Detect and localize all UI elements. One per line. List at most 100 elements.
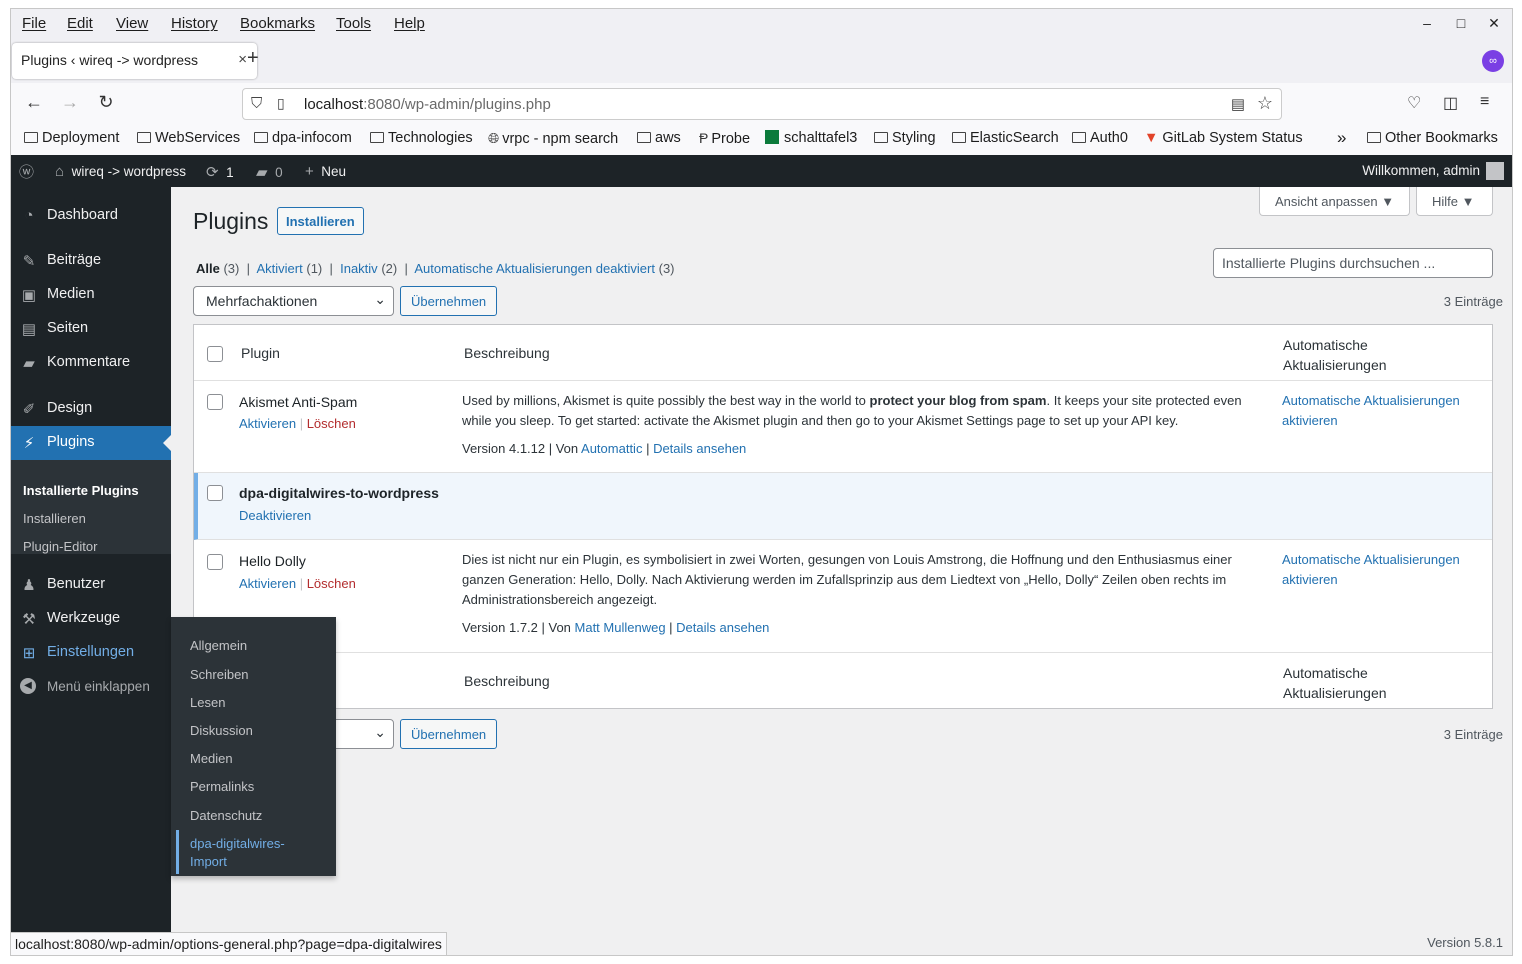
menu-history[interactable]: History bbox=[171, 15, 218, 32]
bookmark-probe[interactable]: Ᵽ Probe bbox=[699, 130, 750, 147]
delete-link[interactable]: Löschen bbox=[307, 576, 356, 591]
submenu-add-new[interactable]: Installieren bbox=[23, 511, 86, 526]
details-link[interactable]: Details ansehen bbox=[676, 620, 769, 635]
bookmark-star-icon[interactable]: ☆ bbox=[1257, 93, 1273, 114]
submenu-plugin-editor[interactable]: Plugin-Editor bbox=[23, 539, 97, 554]
menu-edit[interactable]: Edit bbox=[67, 15, 93, 32]
url-bar[interactable]: ⛉ ▯ localhost:8080/wp-admin/plugins.php … bbox=[242, 88, 1282, 120]
shield-icon[interactable]: ⛉ bbox=[251, 95, 262, 112]
home-icon: ⌂ bbox=[55, 163, 65, 180]
table-footer-row: Beschreibung Automatische Aktualisierung… bbox=[194, 653, 1492, 708]
sidebar-item-dashboard[interactable]: ◔ Dashboard bbox=[11, 199, 171, 233]
sidebar-toggle-icon[interactable]: ◫ bbox=[1443, 93, 1458, 113]
wp-version: Version 5.8.1 bbox=[1427, 935, 1503, 950]
apply-button-bottom[interactable]: Übernehmen bbox=[400, 719, 498, 749]
filter-active[interactable]: Aktiviert bbox=[257, 261, 303, 276]
flyout-item-media[interactable]: Medien bbox=[190, 751, 233, 766]
flyout-item-dpa-digitalwires-import[interactable]: dpa-digitalwires-Import bbox=[190, 835, 320, 871]
details-link[interactable]: Details ansehen bbox=[653, 441, 746, 456]
admin-bar-welcome[interactable]: Willkommen, admin bbox=[1362, 163, 1480, 178]
hamburger-menu-icon[interactable]: ≡ bbox=[1480, 93, 1489, 111]
forward-icon[interactable]: → bbox=[59, 92, 81, 113]
bookmark-gitlab-status[interactable]: ▼ GitLab System Status bbox=[1144, 130, 1303, 146]
back-icon[interactable]: ← bbox=[23, 92, 45, 113]
comments-icon: ▰ bbox=[23, 355, 35, 372]
bookmark-aws[interactable]: aws bbox=[637, 130, 681, 146]
items-count-bottom: 3 Einträge bbox=[1443, 727, 1503, 742]
activate-link[interactable]: Aktivieren bbox=[239, 416, 296, 431]
menu-view[interactable]: View bbox=[116, 15, 148, 32]
collapse-icon: ◀ bbox=[20, 678, 36, 694]
sidebar-item-tools[interactable]: ⚒ Werkzeuge bbox=[11, 602, 171, 636]
filter-all[interactable]: Alle bbox=[196, 261, 220, 276]
bookmark-webservices[interactable]: WebServices bbox=[137, 130, 240, 146]
enable-auto-updates-link[interactable]: Automatische Aktualisierungen aktivieren bbox=[1282, 550, 1482, 590]
close-window-button[interactable]: ✕ bbox=[1484, 15, 1504, 32]
flyout-item-permalinks[interactable]: Permalinks bbox=[190, 779, 254, 794]
bookmark-vrpc[interactable]: 🌐︎ vrpc - npm search bbox=[488, 130, 618, 147]
sidebar-item-media[interactable]: ▣ Medien bbox=[11, 278, 171, 312]
bookmark-technologies[interactable]: Technologies bbox=[370, 130, 473, 146]
admin-bar-comments[interactable]: ▰ 0 bbox=[256, 163, 283, 181]
admin-bar-new[interactable]: + Neu bbox=[305, 163, 346, 180]
reload-icon[interactable]: ↻ bbox=[95, 92, 117, 113]
sidebar-item-comments[interactable]: ▰ Kommentare bbox=[11, 346, 171, 380]
tab-plugins[interactable]: Plugins ‹ wireq -> wordpress × bbox=[12, 43, 257, 79]
flyout-item-reading[interactable]: Lesen bbox=[190, 695, 225, 710]
flyout-item-general[interactable]: Allgemein bbox=[190, 638, 247, 653]
filter-inactive[interactable]: Inaktiv bbox=[340, 261, 378, 276]
row-checkbox[interactable] bbox=[207, 394, 223, 410]
sidebar-item-users[interactable]: ♟ Benutzer bbox=[11, 568, 171, 602]
sidebar-item-pages[interactable]: ▤ Seiten bbox=[11, 312, 171, 346]
url-text[interactable]: localhost:8080/wp-admin/plugins.php bbox=[304, 96, 551, 113]
bookmark-dpa-infocom[interactable]: dpa-infocom bbox=[254, 130, 352, 146]
sidebar-item-design[interactable]: ✐ Design bbox=[11, 392, 171, 426]
add-new-plugin-button[interactable]: Installieren bbox=[277, 207, 364, 235]
new-tab-button[interactable]: + bbox=[247, 47, 259, 70]
deactivate-link[interactable]: Deaktivieren bbox=[239, 508, 311, 523]
menu-help[interactable]: Help bbox=[394, 15, 425, 32]
flyout-item-discussion[interactable]: Diskussion bbox=[190, 723, 253, 738]
row-checkbox[interactable] bbox=[207, 485, 223, 501]
sidebar-item-posts[interactable]: ✎ Beiträge bbox=[11, 244, 171, 278]
sidebar-item-settings[interactable]: ⊞ Einstellungen bbox=[11, 636, 171, 670]
plugin-search-input[interactable]: Installierte Plugins durchsuchen ... bbox=[1213, 248, 1493, 278]
activate-link[interactable]: Aktivieren bbox=[239, 576, 296, 591]
bookmark-auth0[interactable]: Auth0 bbox=[1072, 130, 1128, 146]
author-link[interactable]: Automattic bbox=[581, 441, 642, 456]
menu-tools[interactable]: Tools bbox=[336, 15, 371, 32]
bookmarks-overflow-icon[interactable]: » bbox=[1337, 128, 1346, 148]
sidebar-item-plugins[interactable]: ⚡︎ Plugins bbox=[11, 426, 171, 460]
collapse-menu-button[interactable]: ◀ Menü einklappen bbox=[11, 672, 171, 702]
menu-file[interactable]: File bbox=[22, 15, 46, 32]
bookmark-schalttafel3[interactable]: schalttafel3 bbox=[765, 130, 857, 146]
apply-button-top[interactable]: Übernehmen bbox=[400, 286, 498, 316]
flyout-item-writing[interactable]: Schreiben bbox=[190, 667, 249, 682]
maximize-button[interactable]: □ bbox=[1451, 15, 1471, 31]
bookmark-styling[interactable]: Styling bbox=[874, 130, 936, 146]
bookmark-other[interactable]: Other Bookmarks bbox=[1367, 130, 1498, 146]
enable-auto-updates-link[interactable]: Automatische Aktualisierungen aktivieren bbox=[1282, 391, 1482, 431]
admin-bar-updates[interactable]: ⟳ 1 bbox=[206, 163, 234, 181]
pocket-icon[interactable]: ♡ bbox=[1407, 93, 1421, 113]
reader-view-icon[interactable]: ▤ bbox=[1231, 95, 1245, 113]
author-link[interactable]: Matt Mullenweg bbox=[575, 620, 666, 635]
avatar[interactable] bbox=[1486, 162, 1504, 180]
bulk-actions-select[interactable]: Mehrfachaktionen ⌄ bbox=[193, 286, 394, 316]
menu-bookmarks[interactable]: Bookmarks bbox=[240, 15, 315, 32]
select-all-checkbox[interactable] bbox=[207, 346, 223, 362]
row-checkbox[interactable] bbox=[207, 554, 223, 570]
private-mask-icon[interactable]: ∞ bbox=[1482, 50, 1504, 72]
delete-link[interactable]: Löschen bbox=[307, 416, 356, 431]
bookmark-elasticsearch[interactable]: ElasticSearch bbox=[952, 130, 1059, 146]
minimize-button[interactable]: – bbox=[1417, 15, 1437, 31]
wordpress-logo-icon[interactable]: ⓦ bbox=[19, 161, 34, 182]
flyout-item-privacy[interactable]: Datenschutz bbox=[190, 808, 262, 823]
admin-bar-site[interactable]: ⌂ wireq -> wordpress bbox=[55, 163, 186, 180]
help-button[interactable]: Hilfe ▼ bbox=[1416, 187, 1493, 216]
close-tab-icon[interactable]: × bbox=[238, 51, 247, 68]
filter-auto-updates-disabled[interactable]: Automatische Aktualisierungen deaktivier… bbox=[414, 261, 655, 276]
submenu-installed-plugins[interactable]: Installierte Plugins bbox=[23, 483, 139, 498]
bookmark-deployment[interactable]: Deployment bbox=[24, 130, 119, 146]
screen-options-button[interactable]: Ansicht anpassen ▼ bbox=[1259, 187, 1410, 216]
